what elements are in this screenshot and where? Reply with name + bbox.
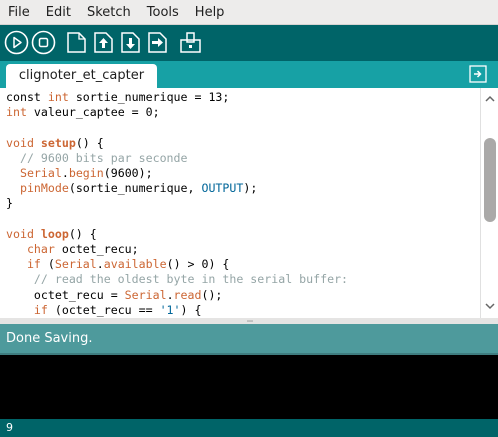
serial-monitor-icon [180, 32, 201, 53]
toolbar [0, 25, 498, 61]
code-token: setup [40, 135, 76, 150]
code-token: Serial [124, 287, 167, 302]
code-token: OUTPUT [201, 181, 244, 196]
status-message: Done Saving. [6, 331, 93, 346]
code-token: char [26, 242, 55, 256]
scrollbar-thumb[interactable] [484, 138, 496, 222]
code-token: . [96, 257, 104, 272]
code-token: valeur_captee = 0; [26, 105, 160, 120]
tab-menu-arrow-icon [469, 65, 487, 83]
code-line: int valeur_captee = 0; [6, 105, 160, 120]
new-button[interactable] [64, 30, 89, 55]
code-token: (); [201, 287, 223, 302]
code-token: loop [40, 226, 69, 241]
code-token: read [173, 287, 202, 302]
code-line: void loop() { [6, 227, 97, 242]
code-token: ); [243, 181, 258, 196]
menu-sketch[interactable]: Sketch [79, 0, 139, 25]
stop-button[interactable] [31, 30, 56, 55]
code-token: . [61, 166, 69, 180]
stop-icon [31, 30, 56, 55]
console-output[interactable] [0, 353, 498, 419]
code-token: const [6, 90, 48, 104]
save-button[interactable] [118, 30, 143, 55]
open-arrow-up-icon [94, 32, 113, 53]
code-line: if (octet_recu == '1') { [6, 302, 202, 318]
new-file-icon [67, 32, 86, 53]
save-arrow-down-icon [121, 32, 140, 53]
code-token: } [6, 196, 13, 211]
footer-bar: 9 [0, 419, 498, 437]
code-token: () { [75, 135, 104, 150]
tab-menu-button[interactable] [469, 65, 487, 83]
code-token: Serial [54, 257, 97, 272]
code-line: Serial.begin(9600); [6, 166, 153, 181]
code-token: pinMode [19, 181, 69, 196]
code-line: if (Serial.available() > 0) { [6, 257, 229, 272]
status-bar: Done Saving. [0, 324, 498, 353]
tab-clignoter-et-capter[interactable]: clignoter_et_capter [6, 64, 157, 88]
serial-monitor-button[interactable] [178, 30, 203, 55]
menu-help[interactable]: Help [187, 0, 233, 25]
grip-icon [247, 320, 253, 322]
verify-button[interactable] [4, 30, 29, 55]
code-token: if [26, 257, 41, 272]
menu-file[interactable]: File [0, 0, 38, 25]
code-token: (9600); [103, 166, 153, 180]
tab-bar: clignoter_et_capter [0, 61, 498, 88]
line-number: 9 [6, 421, 13, 434]
upload-button[interactable] [145, 30, 170, 55]
code-token: int [47, 90, 69, 104]
menu-tools[interactable]: Tools [139, 0, 187, 25]
code-token: // read the oldest byte in the serial bu… [33, 272, 349, 287]
code-token: sortie_numerique = 13; [68, 90, 230, 104]
menu-bar: File Edit Sketch Tools Help [0, 0, 498, 25]
code-line: // 9600 bits par seconde [6, 151, 188, 166]
code-token: ( [40, 257, 55, 272]
scroll-down-icon[interactable] [484, 300, 496, 312]
code-line: const int sortie_numerique = 13; [6, 90, 229, 105]
code-token: () { [68, 226, 97, 241]
code-line: octet_recu = Serial.read(); [6, 287, 223, 303]
upload-arrow-right-icon [148, 32, 167, 53]
code-token: (sortie_numerique, [68, 181, 202, 196]
code-line: } [6, 196, 13, 211]
scroll-up-icon[interactable] [484, 93, 496, 105]
code-token: octet_recu = [6, 287, 125, 302]
code-token: () > 0) { [166, 257, 230, 272]
code-token: (octet_recu == [47, 302, 160, 317]
code-token: void [6, 226, 34, 241]
code-line: void setup() { [6, 136, 104, 151]
open-button[interactable] [91, 30, 116, 55]
code-line: // read the oldest byte in the serial bu… [6, 272, 348, 287]
menu-edit[interactable]: Edit [38, 0, 79, 25]
code-token: // 9600 bits par seconde [19, 150, 188, 165]
play-icon [4, 30, 29, 55]
code-token: '1' [159, 302, 181, 317]
code-token: Serial [19, 166, 62, 180]
code-token: begin [68, 166, 104, 180]
code-token: ) { [180, 302, 202, 317]
code-token: available [103, 257, 167, 272]
code-editor[interactable]: const int sortie_numerique = 13; int vale… [0, 88, 480, 318]
code-token: int [6, 105, 27, 120]
editor-scrollbar[interactable] [480, 88, 498, 318]
code-line: pinMode(sortie_numerique, OUTPUT); [6, 181, 257, 196]
code-line: char octet_recu; [6, 242, 139, 257]
code-token: void [6, 135, 34, 150]
code-token: . [166, 287, 174, 302]
code-token: octet_recu; [54, 242, 139, 256]
code-token: if [33, 302, 48, 317]
